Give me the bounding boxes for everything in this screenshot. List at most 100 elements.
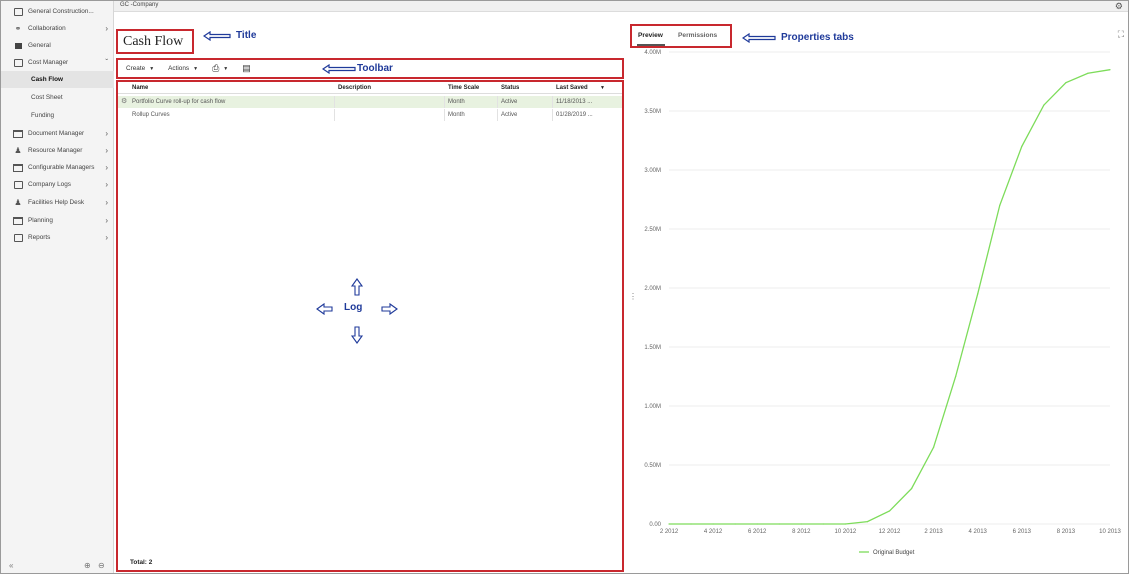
chart-x-tick-labels: 2 2012 4 2012 6 2012 8 2012 10 2012 12 2012 2 …: [660, 529, 1122, 535]
y-tick-label: 1.00M: [644, 404, 661, 410]
print-button[interactable]: ⎙ ▼: [212, 63, 228, 74]
caret-down-icon: ▼: [149, 65, 155, 72]
report-icon: [13, 233, 23, 242]
data-point: [1021, 145, 1023, 147]
log-total: Total: 2: [130, 559, 153, 566]
sidebar-item-label: General: [28, 42, 51, 49]
data-point: [712, 523, 714, 525]
top-bar: GC -Company ⚙: [114, 1, 1128, 12]
log-icon: [13, 180, 23, 189]
cell-time-scale: Month: [448, 112, 465, 118]
data-point: [1065, 82, 1067, 84]
chevron-right-icon: ›: [105, 198, 108, 207]
chevron-right-icon: ›: [105, 233, 108, 242]
x-tick-label: 10 2012: [835, 529, 857, 535]
sidebar-item-cash-flow[interactable]: Cash Flow: [1, 71, 114, 88]
data-point: [1109, 69, 1111, 71]
table-row[interactable]: Rollup Curves Month Active 01/28/2019 ..…: [118, 109, 622, 121]
cell-last-saved: 11/18/2013 ...: [556, 99, 593, 105]
actions-button[interactable]: Actions ▼: [168, 65, 198, 72]
sidebar-item-collaboration[interactable]: ⚭ Collaboration ›: [1, 20, 114, 37]
properties-panel: Preview Permissions ⛶ ⋮ 0.00 0.50M 1.00M 1.…: [627, 12, 1128, 573]
cell-last-saved: 01/28/2019 ...: [556, 112, 593, 118]
title-annotation: Title: [203, 30, 256, 41]
create-button[interactable]: Create ▼: [126, 65, 154, 72]
sidebar: General Construction... ⚭ Collaboration …: [1, 1, 114, 573]
gear-icon[interactable]: ⚙: [1115, 1, 1123, 12]
y-tick-label: 2.50M: [644, 227, 661, 233]
sidebar-footer: « ⊕ ⊖: [1, 557, 114, 573]
sidebar-item-company-logs[interactable]: Company Logs ›: [1, 176, 114, 193]
title-region: Cash Flow: [116, 29, 194, 54]
data-point: [822, 523, 824, 525]
x-tick-label: 6 2013: [1013, 529, 1032, 535]
chart-y-tick-labels: 0.00 0.50M 1.00M 1.50M 2.00M 2.50M 3.00M 3.50M 4…: [644, 50, 661, 528]
sidebar-item-cost-manager[interactable]: Cost Manager ˇ: [1, 54, 114, 71]
data-point: [778, 523, 780, 525]
column-header-time-scale[interactable]: Time Scale: [448, 83, 479, 94]
chevron-right-icon: ›: [105, 216, 108, 225]
collapse-sidebar-icon[interactable]: «: [9, 561, 13, 570]
sidebar-item-label: Cost Manager: [28, 59, 69, 66]
annotation-label: Log: [344, 302, 363, 313]
sidebar-item-label: Cash Flow: [31, 76, 63, 83]
sidebar-item-document-manager[interactable]: Document Manager ›: [1, 125, 114, 142]
data-point: [910, 488, 913, 490]
properties-tabs-annotation: Properties tabs: [742, 32, 854, 43]
left-arrow-icon: [322, 63, 356, 74]
data-point: [690, 523, 692, 525]
column-header-last-saved[interactable]: Last Saved: [556, 83, 588, 94]
sidebar-item-label: Collaboration: [28, 25, 66, 32]
table-row[interactable]: ⚙ Portfolio Curve roll-up for cash flow …: [118, 96, 622, 108]
chart-grid: [669, 51, 1110, 525]
x-tick-label: 8 2013: [1057, 529, 1076, 535]
sort-down-icon[interactable]: ▼: [600, 83, 605, 94]
folder-icon: [13, 163, 23, 172]
breadcrumb[interactable]: GC -Company: [120, 2, 158, 8]
cell-time-scale: Month: [448, 99, 465, 105]
sidebar-item-cost-sheet[interactable]: Cost Sheet: [1, 89, 114, 106]
legend-label: Original Budget: [873, 550, 915, 556]
find-button[interactable]: ▤: [242, 63, 251, 74]
chart-series: [668, 69, 1111, 525]
annotation-label: Title: [236, 30, 257, 41]
minus-circle-icon[interactable]: ⊖: [98, 561, 105, 570]
column-header-description[interactable]: Description: [338, 83, 371, 94]
column-header-name[interactable]: Name: [132, 83, 148, 94]
log-header: Name Description Time Scale Status Last …: [118, 83, 622, 94]
cell-name[interactable]: Rollup Curves: [132, 109, 332, 121]
add-circle-icon[interactable]: ⊕: [84, 561, 91, 570]
handshake-icon: ⚭: [14, 24, 22, 33]
sidebar-item-configurable-managers[interactable]: Configurable Managers ›: [1, 159, 114, 176]
sidebar-item-funding[interactable]: Funding: [1, 107, 114, 124]
cash-flow-chart: 0.00 0.50M 1.00M 1.50M 2.00M 2.50M 3.00M 3.50M 4…: [644, 50, 1122, 556]
x-tick-label: 2 2013: [924, 529, 943, 535]
chart-legend: Original Budget: [859, 550, 915, 556]
caret-down-icon: ▼: [223, 65, 229, 72]
sidebar-item-label: Reports: [28, 234, 51, 241]
sidebar-item-general[interactable]: General: [1, 37, 114, 54]
series-line-original-budget: [669, 69, 1111, 525]
cell-status: Active: [501, 112, 518, 118]
y-tick-label: 3.50M: [644, 109, 661, 115]
column-header-status[interactable]: Status: [501, 83, 519, 94]
general-icon: [13, 41, 23, 50]
data-point: [999, 204, 1001, 206]
data-point: [1087, 72, 1089, 74]
caret-down-icon: ▼: [193, 65, 199, 72]
sidebar-item-facilities-help-desk[interactable]: ♟ Facilities Help Desk ›: [1, 194, 114, 211]
chevron-right-icon: ›: [105, 24, 108, 33]
sidebar-item-reports[interactable]: Reports ›: [1, 229, 114, 246]
left-arrow-icon: [742, 32, 776, 43]
sidebar-item-project[interactable]: General Construction...: [1, 3, 114, 20]
sidebar-item-resource-manager[interactable]: ♟ Resource Manager ›: [1, 142, 114, 159]
data-point: [888, 510, 891, 512]
chevron-right-icon: ›: [105, 163, 108, 172]
page-title: Cash Flow: [123, 33, 184, 49]
data-point: [800, 523, 802, 525]
cell-name[interactable]: Portfolio Curve roll-up for cash flow: [132, 96, 332, 108]
sidebar-item-planning[interactable]: Planning ›: [1, 212, 114, 229]
sidebar-item-label: Resource Manager: [28, 147, 83, 154]
toolbar-annotation: Toolbar: [322, 63, 393, 74]
sidebar-item-label: Funding: [31, 112, 55, 119]
